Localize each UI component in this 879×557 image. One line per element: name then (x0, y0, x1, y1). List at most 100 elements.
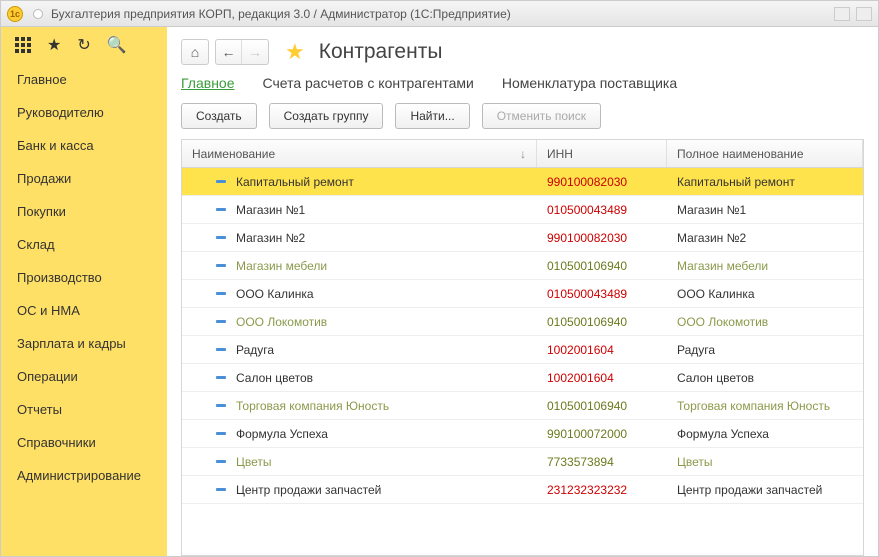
sort-indicator-icon: ↓ (520, 147, 526, 161)
column-name[interactable]: Наименование↓ (182, 140, 537, 167)
window-minimize-icon[interactable] (834, 7, 850, 21)
table-row[interactable]: ООО Локомотив010500106940ООО Локомотив (182, 308, 863, 336)
create-group-button[interactable]: Создать группу (269, 103, 384, 129)
back-button[interactable]: ← (216, 40, 242, 64)
row-full-name: Торговая компания Юность (667, 399, 863, 413)
row-inn: 010500043489 (537, 203, 667, 217)
main-area: ⌂ ← → ★ Контрагенты Главное Счета расчето… (167, 27, 878, 556)
item-icon (216, 264, 226, 267)
table-row[interactable]: ООО Калинка010500043489ООО Калинка (182, 280, 863, 308)
topbar: ⌂ ← → ★ Контрагенты (181, 39, 864, 65)
row-name: Центр продажи запчастей (236, 483, 381, 497)
row-inn: 010500106940 (537, 399, 667, 413)
item-icon (216, 460, 226, 463)
search-icon[interactable]: 🔍 (107, 35, 127, 55)
column-full[interactable]: Полное наименование (667, 140, 863, 167)
favorite-star-icon[interactable]: ★ (47, 35, 61, 55)
item-icon (216, 404, 226, 407)
table-row[interactable]: Центр продажи запчастей231232323232Центр… (182, 476, 863, 504)
tab[interactable]: Главное (181, 75, 235, 91)
table-row[interactable]: Магазин мебели010500106940Магазин мебели (182, 252, 863, 280)
row-full-name: Капитальный ремонт (667, 175, 863, 189)
table-row[interactable]: Радуга1002001604Радуга (182, 336, 863, 364)
item-icon (216, 376, 226, 379)
row-inn: 7733573894 (537, 455, 667, 469)
table-row[interactable]: Торговая компания Юность010500106940Торг… (182, 392, 863, 420)
column-inn[interactable]: ИНН (537, 140, 667, 167)
row-inn: 010500043489 (537, 287, 667, 301)
sidebar-item[interactable]: Отчеты (1, 393, 167, 426)
table-body[interactable]: Капитальный ремонт990100082030Капитальны… (182, 168, 863, 555)
sidebar-item[interactable]: Операции (1, 360, 167, 393)
row-full-name: ООО Локомотив (667, 315, 863, 329)
sidebar-item[interactable]: Зарплата и кадры (1, 327, 167, 360)
row-name: Магазин №2 (236, 231, 305, 245)
row-name: Магазин мебели (236, 259, 327, 273)
page-title: Контрагенты (319, 40, 443, 64)
window-maximize-icon[interactable] (856, 7, 872, 21)
data-table: Наименование↓ ИНН Полное наименование Ка… (181, 139, 864, 556)
row-full-name: ООО Калинка (667, 287, 863, 301)
row-inn: 1002001604 (537, 343, 667, 357)
table-row[interactable]: Цветы7733573894Цветы (182, 448, 863, 476)
row-name: Капитальный ремонт (236, 175, 354, 189)
forward-button[interactable]: → (242, 40, 268, 64)
cancel-search-button[interactable]: Отменить поиск (482, 103, 601, 129)
find-button[interactable]: Найти... (395, 103, 469, 129)
app-window: 1c Бухгалтерия предприятия КОРП, редакци… (0, 0, 879, 557)
sidebar-item[interactable]: Руководителю (1, 96, 167, 129)
row-inn: 1002001604 (537, 371, 667, 385)
titlebar-dot-icon (33, 9, 43, 19)
sidebar-item[interactable]: Покупки (1, 195, 167, 228)
row-inn: 990100082030 (537, 175, 667, 189)
item-icon (216, 208, 226, 211)
app-logo-icon: 1c (7, 6, 23, 22)
table-row[interactable]: Магазин №1010500043489Магазин №1 (182, 196, 863, 224)
row-full-name: Магазин мебели (667, 259, 863, 273)
apps-grid-icon[interactable] (15, 37, 31, 53)
sidebar-tools: ★ ↻ 🔍 (1, 27, 167, 63)
row-name: Радуга (236, 343, 274, 357)
table-header: Наименование↓ ИНН Полное наименование (182, 140, 863, 168)
row-name: Салон цветов (236, 371, 313, 385)
window-title: Бухгалтерия предприятия КОРП, редакция 3… (51, 7, 511, 21)
row-name: Магазин №1 (236, 203, 305, 217)
row-inn: 990100082030 (537, 231, 667, 245)
row-full-name: Салон цветов (667, 371, 863, 385)
page-star-icon[interactable]: ★ (285, 39, 305, 65)
table-row[interactable]: Капитальный ремонт990100082030Капитальны… (182, 168, 863, 196)
sidebar: ★ ↻ 🔍 ГлавноеРуководителюБанк и кассаПро… (1, 27, 167, 556)
nav-group: ← → (215, 39, 269, 65)
row-name: Торговая компания Юность (236, 399, 389, 413)
home-button[interactable]: ⌂ (181, 39, 209, 65)
sidebar-item[interactable]: Продажи (1, 162, 167, 195)
tab[interactable]: Счета расчетов с контрагентами (263, 75, 474, 91)
sidebar-item[interactable]: Склад (1, 228, 167, 261)
item-icon (216, 320, 226, 323)
row-inn: 010500106940 (537, 315, 667, 329)
row-full-name: Центр продажи запчастей (667, 483, 863, 497)
row-name: Формула Успеха (236, 427, 328, 441)
toolbar: Создать Создать группу Найти... Отменить… (181, 103, 864, 129)
sidebar-item[interactable]: ОС и НМА (1, 294, 167, 327)
item-icon (216, 348, 226, 351)
sidebar-item[interactable]: Справочники (1, 426, 167, 459)
item-icon (216, 432, 226, 435)
row-name: ООО Калинка (236, 287, 314, 301)
sidebar-item[interactable]: Банк и касса (1, 129, 167, 162)
sidebar-item[interactable]: Администрирование (1, 459, 167, 492)
row-inn: 010500106940 (537, 259, 667, 273)
row-full-name: Цветы (667, 455, 863, 469)
table-row[interactable]: Магазин №2990100082030Магазин №2 (182, 224, 863, 252)
tabs: Главное Счета расчетов с контрагентами Ном… (181, 75, 864, 91)
row-full-name: Формула Успеха (667, 427, 863, 441)
create-button[interactable]: Создать (181, 103, 257, 129)
titlebar: 1c Бухгалтерия предприятия КОРП, редакци… (1, 1, 878, 27)
table-row[interactable]: Салон цветов1002001604Салон цветов (182, 364, 863, 392)
tab[interactable]: Номенклатура поставщика (502, 75, 677, 91)
sidebar-item[interactable]: Главное (1, 63, 167, 96)
history-icon[interactable]: ↻ (77, 35, 90, 55)
item-icon (216, 488, 226, 491)
table-row[interactable]: Формула Успеха990100072000Формула Успеха (182, 420, 863, 448)
sidebar-item[interactable]: Производство (1, 261, 167, 294)
